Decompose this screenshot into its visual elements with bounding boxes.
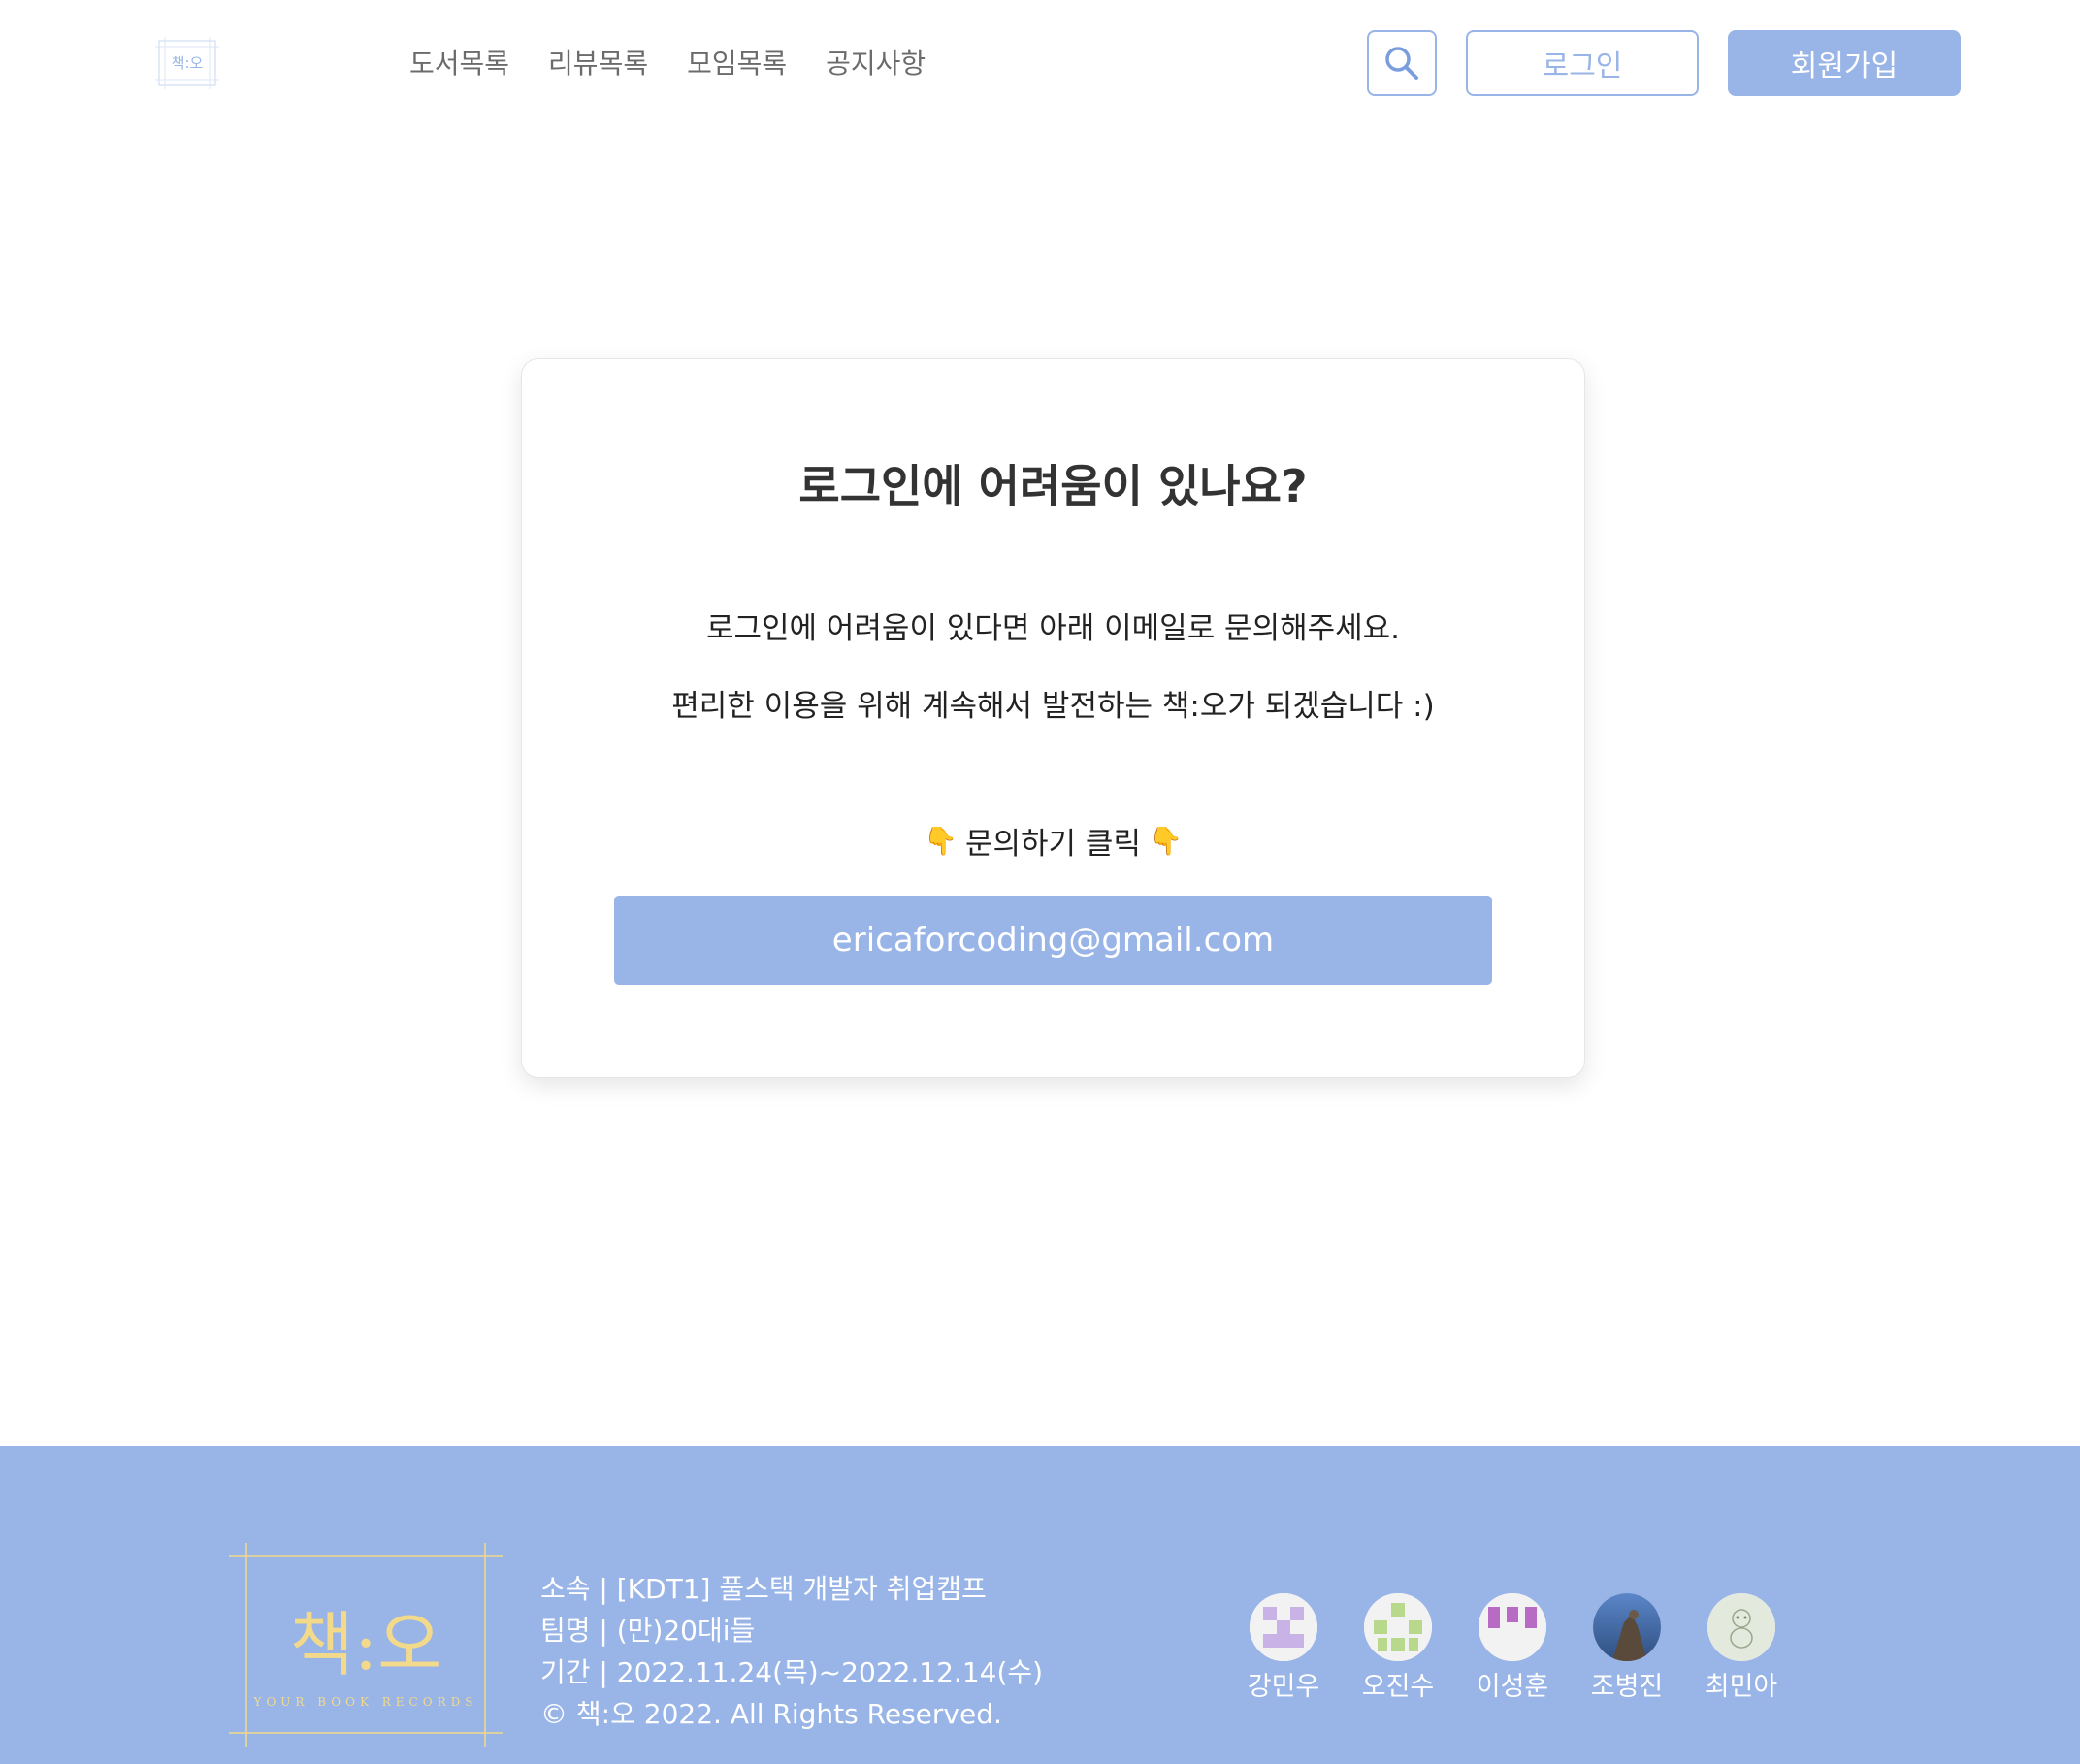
inquiry-label-row: 👇 문의하기 클릭 👇 bbox=[522, 819, 1584, 863]
pointing-down-icon: 👇 bbox=[924, 825, 958, 857]
member-name: 최민아 bbox=[1705, 1672, 1778, 1702]
login-button[interactable]: 로그인 bbox=[1466, 30, 1699, 96]
page: 책:오 도서목록 리뷰목록 모임목록 공지사항 로그인 회원가입 로그인에 어려… bbox=[0, 0, 2080, 1764]
footer: 책:오 YOUR BOOK RECORDS 소속 | [KDT1] 풀스택 개발… bbox=[0, 1446, 2080, 1764]
footer-logo-title: 책:오 bbox=[290, 1604, 442, 1685]
email-inquiry-button[interactable]: ericaforcoding@gmail.com bbox=[614, 896, 1492, 985]
card-title: 로그인에 어려움이 있나요? bbox=[798, 460, 1308, 512]
member-name: 이성훈 bbox=[1476, 1672, 1549, 1702]
signup-button[interactable]: 회원가입 bbox=[1728, 30, 1961, 96]
avatar bbox=[1593, 1593, 1661, 1661]
search-icon bbox=[1385, 47, 1418, 80]
nav-item-meetings[interactable]: 모임목록 bbox=[687, 45, 787, 83]
main-nav: 도서목록 리뷰목록 모임목록 공지사항 bbox=[409, 45, 926, 83]
member-name: 조병진 bbox=[1590, 1672, 1664, 1702]
member-lee[interactable]: 이성훈 bbox=[1477, 1593, 1548, 1703]
footer-logo: 책:오 YOUR BOOK RECORDS bbox=[229, 1543, 503, 1747]
nav-item-books[interactable]: 도서목록 bbox=[409, 45, 509, 83]
inquiry-label: 문의하기 클릭 bbox=[965, 827, 1141, 862]
footer-copyright: © 책:오 2022. All Rights Reserved. bbox=[540, 1698, 1002, 1730]
avatar bbox=[1707, 1593, 1775, 1661]
search-button[interactable] bbox=[1367, 30, 1437, 96]
login-help-card: 로그인에 어려움이 있나요? 로그인에 어려움이 있다면 아래 이메일로 문의해… bbox=[521, 358, 1585, 1078]
avatar bbox=[1364, 1593, 1432, 1661]
logo-text: 책:오 bbox=[172, 54, 204, 72]
pointing-down-icon: 👇 bbox=[1148, 825, 1183, 857]
member-jo[interactable]: 조병진 bbox=[1591, 1593, 1663, 1703]
nav-item-reviews[interactable]: 리뷰목록 bbox=[548, 45, 648, 83]
team-members: 강민우 오진수 이성훈 조병진 최민아 bbox=[1248, 1593, 1777, 1703]
avatar bbox=[1250, 1593, 1317, 1661]
member-choi[interactable]: 최민아 bbox=[1706, 1593, 1777, 1703]
avatar bbox=[1479, 1593, 1546, 1661]
footer-affiliation: 소속 | [KDT1] 풀스택 개발자 취업캠프 bbox=[540, 1573, 987, 1605]
footer-period: 기간 | 2022.11.24(목)~2022.12.14(수) bbox=[540, 1656, 1044, 1688]
card-description-2: 편리한 이용을 위해 계속해서 발전하는 책:오가 되겠습니다 :) bbox=[671, 689, 1435, 724]
header: 책:오 도서목록 리뷰목록 모임목록 공지사항 로그인 회원가입 bbox=[0, 0, 2080, 126]
footer-team-name: 팀명 | (만)20대i들 bbox=[540, 1615, 756, 1647]
footer-logo-subtitle: YOUR BOOK RECORDS bbox=[253, 1695, 478, 1709]
member-kang[interactable]: 강민우 bbox=[1248, 1593, 1319, 1703]
logo[interactable]: 책:오 bbox=[153, 37, 221, 89]
card-description-1: 로그인에 어려움이 있다면 아래 이메일로 문의해주세요. bbox=[705, 611, 1401, 646]
footer-info: 소속 | [KDT1] 풀스택 개발자 취업캠프 팀명 | (만)20대i들 기… bbox=[540, 1568, 1043, 1735]
member-name: 오진수 bbox=[1361, 1672, 1435, 1702]
nav-item-notices[interactable]: 공지사항 bbox=[826, 45, 926, 83]
member-name: 강민우 bbox=[1247, 1672, 1320, 1702]
member-oh[interactable]: 오진수 bbox=[1362, 1593, 1434, 1703]
